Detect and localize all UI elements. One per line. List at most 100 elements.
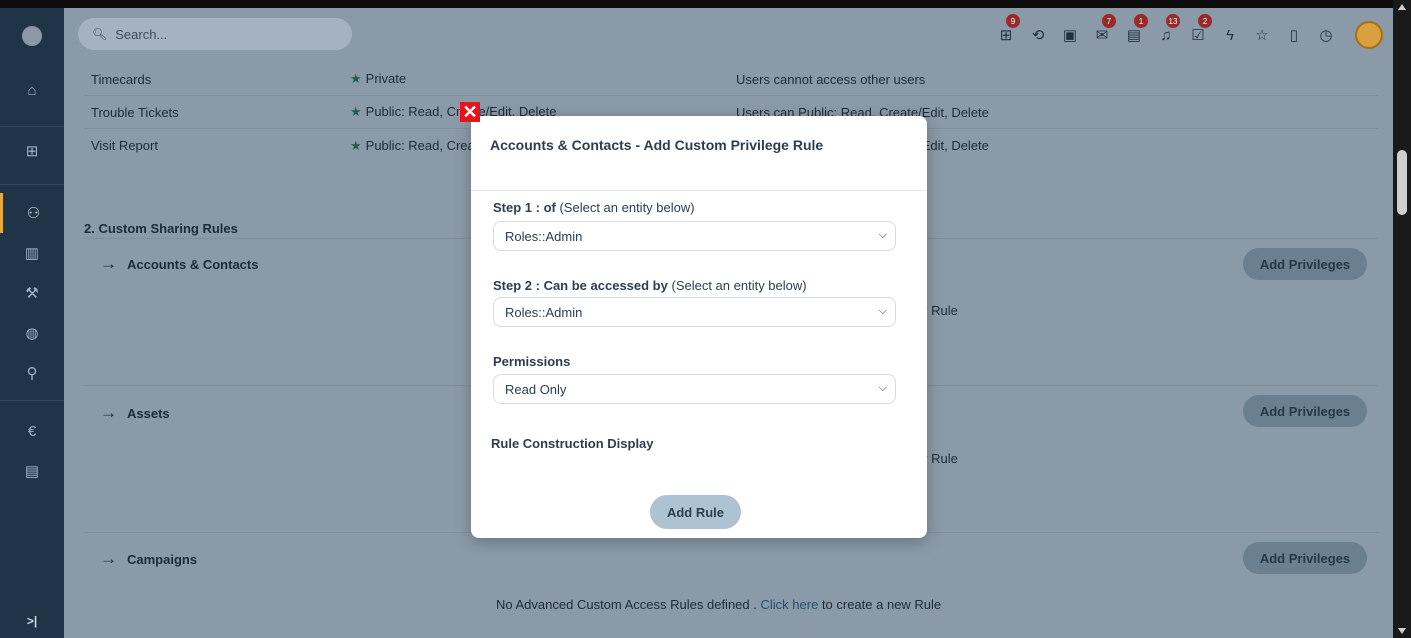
modal-title: Accounts & Contacts - Add Custom Privile… [490, 137, 824, 153]
euro-icon[interactable]: € [0, 411, 64, 451]
arrow-right-icon: → [100, 549, 117, 568]
mail-icon-glyph: ✉ [1095, 27, 1109, 44]
permissions-select[interactable]: Read Only ⌵ [493, 374, 896, 404]
step1-label-bold: Step 1 : of [493, 200, 556, 215]
notification-badge: 1 [1134, 14, 1148, 28]
step2-label: Step 2 : Can be accessed by (Select an e… [493, 278, 807, 293]
star-icon-glyph: ☆ [1255, 27, 1269, 44]
no-rules-message: No Advanced Custom Access Rules defined … [496, 597, 941, 612]
notification-badge: 13 [1166, 14, 1180, 28]
timer-icon[interactable]: ◷ [1311, 20, 1341, 50]
rule-construction-label: Rule Construction Display [491, 436, 654, 451]
sidebar-divider [0, 400, 64, 401]
module-name: Campaigns [127, 551, 198, 567]
contacts-icon[interactable]: ⚇ [0, 193, 64, 233]
arrow-right-icon: → [100, 403, 117, 422]
sitemap-icon-glyph: ⊞ [999, 27, 1013, 44]
clipboard-icon[interactable]: ▤ [0, 451, 64, 491]
access-text: Private [365, 71, 407, 86]
document-icon-glyph: ▯ [1289, 27, 1299, 44]
star-icon: ★ [350, 71, 362, 86]
sidebar-divider [0, 126, 64, 127]
rule-construction-label-text: Rule Construction Display [491, 436, 654, 451]
bell-icon-glyph: ♫ [1160, 26, 1172, 44]
section-title: 2. Custom Sharing Rules [84, 221, 238, 236]
timer-icon-glyph: ◷ [1319, 27, 1333, 44]
module-title[interactable]: → Campaigns [100, 549, 197, 569]
history-icon-glyph: ⟲ [1031, 27, 1045, 44]
top-strip [0, 0, 1411, 8]
chat-icon[interactable]: ▤ 1 [1119, 14, 1149, 50]
module-title[interactable]: → Accounts & Contacts [100, 254, 258, 274]
step1-entity-select[interactable]: Roles::Admin ⌵ [493, 221, 896, 251]
permissions-label: Permissions [493, 354, 570, 369]
bolt-icon-glyph: ϟ [1226, 26, 1234, 44]
search-placeholder: Search... [115, 26, 168, 42]
module-cell: Trouble Tickets [91, 104, 179, 120]
module-title[interactable]: → Assets [100, 403, 170, 423]
click-here-link[interactable]: Click here [761, 597, 819, 612]
header-icon-bar: ⊞ 9 ⟲ ▣ ✉ 7 ▤ 1 ♫ 13 ☑ 2 ϟ ☆ ▯ ◷ [989, 14, 1383, 50]
star-icon[interactable]: ☆ [1247, 20, 1277, 50]
bolt-icon[interactable]: ϟ [1215, 20, 1245, 50]
access-cell: ★ Private [350, 71, 406, 87]
module-cell: Timecards [91, 71, 152, 87]
notification-badge: 7 [1102, 14, 1116, 28]
history-icon[interactable]: ⟲ [1023, 20, 1053, 50]
top-header: 🔍︎ Search... ⊞ 9 ⟲ ▣ ✉ 7 ▤ 1 ♫ 13 ☑ 2 ϟ ☆ ▯ ◷ [64, 8, 1393, 63]
dashboard-icon[interactable]: ⊞ [0, 131, 64, 171]
document-icon[interactable]: ▯ [1279, 20, 1309, 50]
tasks-icon[interactable]: ☑ 2 [1183, 14, 1213, 50]
step2-label-bold: Step 2 : Can be accessed by [493, 278, 668, 293]
step1-selected-value: Roles::Admin [505, 228, 583, 244]
mail-icon[interactable]: ✉ 7 [1087, 14, 1117, 50]
sitemap-icon[interactable]: ⊞ 9 [991, 14, 1021, 50]
bell-icon[interactable]: ♫ 13 [1151, 14, 1181, 50]
step1-label: Step 1 : of (Select an entity below) [493, 200, 695, 215]
star-icon: ★ [350, 137, 362, 153]
step2-entity-select[interactable]: Roles::Admin ⌵ [493, 297, 896, 327]
add-privileges-button[interactable]: Add Privileges [1243, 248, 1367, 280]
notification-badge: 2 [1198, 14, 1212, 28]
close-icon[interactable]: ✕ [460, 102, 480, 122]
calendar-icon[interactable]: ▣ [1055, 20, 1085, 50]
arrow-right-icon: → [100, 254, 117, 273]
add-privileges-button[interactable]: Add Privileges [1243, 395, 1367, 427]
step2-selected-value: Roles::Admin [505, 304, 583, 320]
permissions-selected-value: Read Only [505, 381, 567, 397]
table-row: Timecards ★ Private Users cannot access oth… [84, 63, 1378, 96]
organizations-icon[interactable]: ▥ [0, 233, 64, 273]
chevron-down-icon: ⌵ [878, 305, 887, 317]
star-icon: ★ [350, 104, 362, 119]
tasks-icon-glyph: ☑ [1191, 27, 1205, 44]
permissions-label-text: Permissions [493, 354, 571, 369]
divider [471, 190, 927, 191]
home-icon[interactable]: ⌂ [0, 70, 64, 110]
module-name: Accounts & Contacts [127, 256, 259, 272]
avatar[interactable] [1355, 21, 1383, 49]
chat-icon-glyph: ▤ [1126, 27, 1142, 44]
scroll-down-arrow[interactable] [1398, 628, 1406, 634]
page-scrollbar[interactable] [1393, 0, 1411, 638]
add-custom-privilege-modal: Accounts & Contacts - Add Custom Privile… [471, 116, 927, 538]
chevron-down-icon: ⌵ [878, 229, 887, 241]
wrench-icon[interactable]: ⚲ [0, 353, 64, 393]
search-input[interactable]: 🔍︎ Search... [78, 18, 352, 50]
step2-hint: (Select an entity below) [671, 278, 807, 293]
notification-badge: 9 [1006, 14, 1020, 28]
sidebar-divider [0, 184, 64, 185]
gavel-icon[interactable]: ⚒ [0, 273, 64, 313]
scroll-up-arrow[interactable] [1398, 4, 1406, 10]
step1-hint: (Select an entity below) [559, 200, 695, 215]
chevron-down-icon: ⌵ [878, 382, 887, 394]
description-cell: Users cannot access other users [736, 71, 926, 87]
module-name: Assets [127, 405, 170, 421]
add-privileges-button[interactable]: Add Privileges [1243, 542, 1367, 574]
calendar-icon-glyph: ▣ [1062, 27, 1078, 44]
module-cell: Visit Report [91, 138, 158, 153]
scroll-thumb[interactable] [1397, 150, 1407, 215]
add-rule-button[interactable]: Add Rule [650, 495, 741, 529]
app-logo[interactable] [22, 26, 42, 46]
expand-sidebar-icon[interactable]: >| [0, 604, 64, 638]
globe-icon[interactable]: ◍ [0, 313, 64, 353]
